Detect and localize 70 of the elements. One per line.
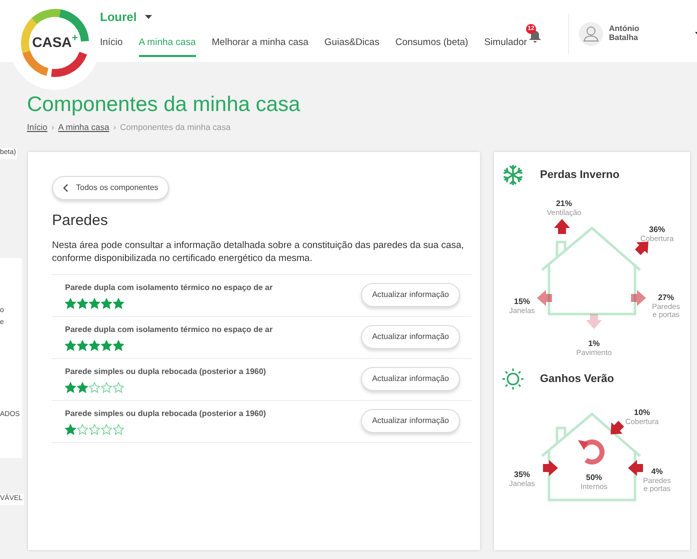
- star-filled-icon: [65, 340, 76, 351]
- user-avatar-icon[interactable]: [579, 22, 603, 46]
- logo-ring-icon: [20, 8, 90, 78]
- nav-tab[interactable]: Melhorar a minha casa: [212, 30, 308, 58]
- star-empty-icon: [89, 424, 100, 435]
- update-button[interactable]: Actualizar informação: [361, 367, 460, 392]
- component-name: Parede dupla com isolamento térmico no espaço de ar: [65, 282, 273, 294]
- snowflake-icon: [502, 164, 524, 186]
- flow-percentage: 50%: [585, 474, 603, 483]
- update-button[interactable]: Actualizar informação: [361, 283, 460, 308]
- star-filled-icon: [77, 382, 88, 393]
- breadcrumb-separator: ›: [113, 121, 116, 134]
- component-name: Parede simples ou dupla rebocada (posterior a 1960): [65, 366, 266, 378]
- star-filled-icon: [65, 382, 76, 393]
- section-title: Paredes: [52, 212, 109, 230]
- star-empty-icon: [77, 424, 88, 435]
- flow-arrow-icon: [628, 460, 643, 476]
- panel-title: Perdas Inverno: [540, 168, 620, 183]
- flow-arrow-icon: [634, 242, 648, 256]
- star-filled-icon: [89, 298, 100, 309]
- star-filled-icon: [113, 298, 124, 309]
- star-filled-icon: [101, 340, 112, 351]
- flow-arrow-icon: [610, 420, 624, 434]
- flow-arrow-icon: [543, 460, 558, 476]
- star-empty-icon: [113, 382, 124, 393]
- star-empty-icon: [89, 382, 100, 393]
- breadcrumb-separator: ›: [51, 121, 54, 134]
- nav-tab[interactable]: Simulador: [484, 30, 527, 58]
- star-filled-icon: [101, 298, 112, 309]
- nav-tab[interactable]: Consumos (beta): [395, 30, 468, 58]
- star-filled-icon: [77, 340, 88, 351]
- star-empty-icon: [101, 382, 112, 393]
- sun-icon: [502, 368, 524, 390]
- star-filled-icon: [65, 298, 76, 309]
- flow-percentage: 35%: [513, 471, 531, 480]
- flow-percentage: 27%: [656, 294, 675, 303]
- star-empty-icon: [101, 424, 112, 435]
- flow-arrow-icon: [631, 290, 646, 306]
- update-button[interactable]: Actualizar informação: [361, 325, 460, 350]
- nav-tab[interactable]: Início: [100, 30, 123, 58]
- arrow-head-icon: [578, 440, 588, 450]
- update-button[interactable]: Actualizar informação: [361, 409, 460, 434]
- breadcrumb-link[interactable]: A minha casa: [58, 121, 110, 134]
- star-filled-icon: [77, 298, 88, 309]
- logo-text: CASA$^{+}$: [32, 32, 78, 52]
- star-filled-icon: [113, 340, 124, 351]
- flow-arrow-icon: [554, 219, 570, 234]
- user-name[interactable]: António Batalha: [609, 25, 659, 43]
- flow-percentage: 36%: [648, 226, 666, 235]
- flow-percentage: 21%: [554, 200, 573, 209]
- breadcrumb-link[interactable]: Início: [27, 121, 48, 134]
- component-name: Parede dupla com isolamento térmico no espaço de ar: [65, 324, 273, 336]
- section-description: Nesta área pode consultar a informação detalhada sobre a constituição das paredes da sua casa, conforme disponibilizada no certificado energético da mesma.: [52, 240, 465, 266]
- star-filled-icon: [65, 424, 76, 435]
- breadcrumb-current: Componentes da minha casa: [120, 121, 231, 134]
- caret-icon: [144, 15, 152, 19]
- flow-percentage: 4%: [650, 468, 664, 477]
- star-filled-icon: [89, 340, 100, 351]
- panel-title: Ganhos Verão: [540, 372, 614, 387]
- component-name: Parede simples ou dupla rebocada (posterior a 1960): [65, 408, 266, 420]
- flow-percentage: 10%: [633, 409, 651, 418]
- page-title: Componentes da minha casa: [27, 92, 302, 118]
- back-button[interactable]: Todos os componentes: [52, 176, 170, 200]
- flow-percentage: 1%: [587, 340, 601, 349]
- star-empty-icon: [113, 424, 124, 435]
- flow-arrow-icon: [537, 290, 552, 306]
- flow-arrow-icon: [586, 314, 602, 329]
- flow-percentage: 15%: [513, 298, 531, 307]
- chevron-left-icon: [63, 184, 68, 192]
- nav-tab[interactable]: Guias&Dicas: [324, 30, 380, 58]
